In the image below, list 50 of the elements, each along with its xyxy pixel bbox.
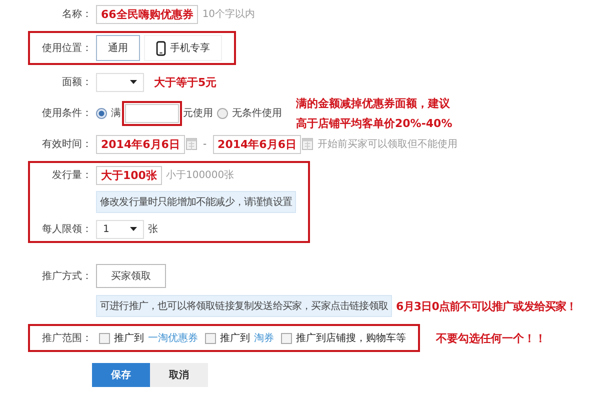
info-message: 修改发行量时只能增加不能减少，请谨慎设置	[96, 191, 296, 213]
field-label: 使用位置：	[41, 42, 92, 55]
range-separator: -	[202, 138, 208, 150]
field-label: 推广方式：	[41, 270, 92, 283]
checkbox[interactable]	[99, 332, 110, 344]
save-button[interactable]: 保存	[92, 363, 150, 387]
caret-icon	[130, 227, 137, 231]
calendar-icon	[302, 138, 314, 150]
date-field[interactable]: 2014年6月6日	[96, 134, 185, 154]
checkbox[interactable]	[281, 332, 292, 344]
info-message: 可进行推广，也可以将领取链接复制发送给买家，买家点击链接领取	[96, 295, 392, 317]
caret-icon	[130, 80, 137, 84]
cancel-button[interactable]: 取消	[150, 363, 208, 387]
field-label: 发行量：	[51, 169, 92, 182]
annotation-note: 不要勾选任何一个！！	[436, 330, 546, 346]
phone-icon	[156, 40, 166, 56]
annotation-note: 6月3日0点前不可以推广或发给买家！	[396, 298, 577, 314]
annotation-note: 大于等于5元	[154, 74, 217, 90]
option-button[interactable]: 买家领取	[96, 264, 166, 288]
checkbox-label: 推广到	[114, 332, 144, 345]
field-label: 使用条件：	[41, 107, 92, 120]
hint-text: 10个字以内	[202, 8, 256, 21]
field-label: 每人限领：	[41, 223, 92, 236]
field-label: 面额：	[61, 76, 92, 89]
calendar-icon	[186, 138, 197, 150]
unit-text: 张	[148, 222, 158, 236]
field-label: 推广范围：	[41, 332, 92, 345]
annotation-note: 高于店铺平均客单价20%-40%	[296, 116, 452, 130]
option-label: 无条件使用	[232, 107, 282, 120]
dropdown[interactable]: 1	[96, 220, 144, 238]
annotation-note: 满的金额减掉优惠券面额，建议	[296, 96, 451, 110]
radio-button[interactable]	[217, 108, 228, 118]
option-label: 满	[111, 106, 121, 120]
checkbox-label: 推广到店铺搜，购物车等	[296, 332, 406, 345]
checkbox-label: 推广到	[220, 332, 250, 345]
segment-button[interactable]: 通用	[96, 35, 140, 61]
date-field[interactable]: 2014年6月6日	[212, 134, 302, 154]
link[interactable]: 一淘优惠券	[148, 331, 198, 345]
radio-button[interactable]	[96, 108, 107, 118]
hint-text: 小于100000张	[166, 168, 234, 182]
link[interactable]: 淘券	[254, 331, 274, 345]
dropdown[interactable]	[96, 72, 144, 92]
text-field[interactable]: 大于100张	[96, 166, 162, 184]
checkbox[interactable]	[205, 332, 216, 344]
text-field[interactable]: 66全民嗨购优惠券	[96, 4, 198, 24]
option-label: 元使用	[183, 107, 213, 120]
hint-text: 开始前买家可以领取但不能使用	[317, 138, 458, 151]
segment-button[interactable]: 手机专享	[144, 35, 222, 61]
field-label: 有效时间：	[41, 138, 92, 151]
field-label: 名称：	[61, 8, 92, 21]
